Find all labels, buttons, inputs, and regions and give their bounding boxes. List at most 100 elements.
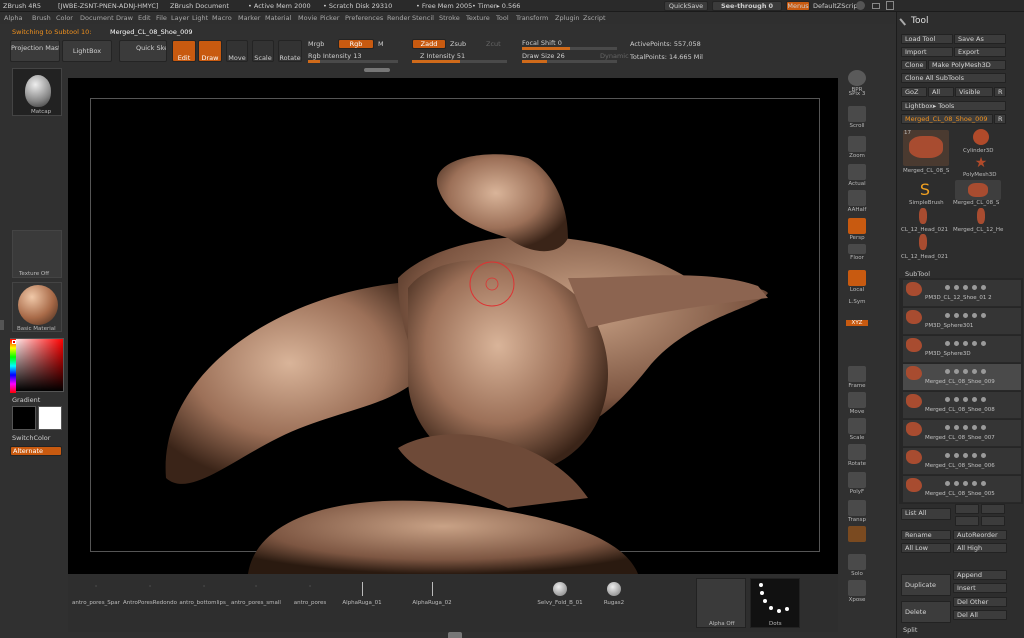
aahalf-button[interactable]: AAHalf	[842, 188, 872, 216]
rgb-button[interactable]: Rgb	[338, 39, 374, 49]
alpha-item[interactable]: AlphaRuga_02	[402, 578, 462, 626]
del-other-button[interactable]: Del Other	[953, 597, 1007, 607]
scale-button[interactable]: Scale	[252, 40, 274, 62]
menu-preferences[interactable]: Preferences	[345, 14, 383, 22]
material-slot[interactable]: Basic Material	[12, 282, 62, 332]
current-tool-slider[interactable]: Merged_CL_08_Shoe_009	[901, 114, 993, 124]
switch-color-button[interactable]: SwitchColor	[12, 434, 50, 442]
lightbox-tools-button[interactable]: Lightbox▸ Tools	[901, 101, 1006, 111]
alternate-button[interactable]: Alternate	[10, 446, 62, 456]
alpha-off-slot[interactable]: Alpha Off	[696, 578, 746, 628]
subtool-row[interactable]: PM3D_CL_12_Shoe_01 2	[903, 280, 1021, 307]
menu-tool[interactable]: Tool	[496, 14, 509, 22]
draw-button[interactable]: Draw	[198, 40, 222, 62]
texture-slot[interactable]: Texture Off	[12, 230, 62, 278]
menu-stencil[interactable]: Stencil	[412, 14, 434, 22]
rename-button[interactable]: Rename	[901, 530, 951, 540]
quicksave-button[interactable]: QuickSave	[664, 1, 708, 11]
canvas-scroll-handle[interactable]	[364, 68, 390, 72]
canvas-viewport[interactable]	[68, 68, 838, 574]
actual-button[interactable]: Actual	[842, 162, 872, 190]
xpose-button[interactable]: Xpose	[842, 578, 872, 606]
subtool-toggles[interactable]	[945, 368, 1015, 374]
zoom-button[interactable]: Zoom	[842, 134, 872, 162]
m-button[interactable]: M	[378, 40, 384, 48]
subtool-row[interactable]: PM3D_Sphere301	[903, 308, 1021, 335]
local-button[interactable]: Local	[842, 268, 872, 296]
alpha-item[interactable]: · antro_pores_Spar	[66, 578, 126, 626]
focal-shift-slider[interactable]	[522, 47, 617, 50]
current-tool-r-button[interactable]: R	[994, 114, 1006, 124]
left-tray-handle[interactable]	[0, 320, 4, 330]
spix-slider[interactable]: SPix 3	[842, 90, 872, 102]
make-polymesh-button[interactable]: Make PolyMesh3D	[928, 60, 1006, 70]
persp-button[interactable]: Persp	[842, 216, 872, 244]
delete-button[interactable]: Delete	[901, 601, 951, 623]
save-as-button[interactable]: Save As	[954, 34, 1006, 44]
draw-size-slider[interactable]	[522, 60, 617, 63]
menu-brush[interactable]: Brush	[32, 14, 51, 22]
z-intensity-slider[interactable]	[412, 60, 507, 63]
menu-material[interactable]: Material	[265, 14, 291, 22]
clone-all-subtools-button[interactable]: Clone All SubTools	[901, 73, 1006, 83]
menu-alpha[interactable]: Alpha	[4, 14, 22, 22]
polyf-button[interactable]: PolyF	[842, 470, 872, 498]
minimize-icon[interactable]	[872, 3, 880, 9]
lightbox-button[interactable]: LightBox	[62, 40, 112, 62]
menu-zplugin[interactable]: Zplugin	[555, 14, 580, 22]
menu-picker[interactable]: Picker	[320, 14, 339, 22]
transp-button[interactable]: Transp	[842, 498, 872, 526]
mrgb-button[interactable]: Mrgb	[308, 40, 324, 48]
subtool-header[interactable]: SubTool	[905, 270, 930, 278]
simplebrush-thumb[interactable]: S	[915, 180, 935, 200]
head021-thumb[interactable]	[915, 208, 931, 226]
subtool-row[interactable]: Merged_CL_08_Shoe_007	[903, 420, 1021, 447]
menu-texture[interactable]: Texture	[466, 14, 490, 22]
menu-marker[interactable]: Marker	[238, 14, 260, 22]
move-up-button[interactable]	[955, 516, 979, 526]
menus-button[interactable]: Menus	[786, 1, 810, 11]
menu-draw[interactable]: Draw	[116, 14, 133, 22]
floor-button[interactable]: Floor	[842, 242, 872, 270]
menu-stroke[interactable]: Stroke	[439, 14, 460, 22]
goz-r-button[interactable]: R	[994, 87, 1006, 97]
menu-render[interactable]: Render	[387, 14, 410, 22]
see-through-slider[interactable]: See-through 0	[712, 1, 782, 11]
split-section[interactable]: Split	[903, 626, 917, 634]
move-down-arrow-icon[interactable]	[981, 504, 1005, 514]
lsym-button[interactable]: L.Sym	[842, 298, 872, 314]
quick-sketch-button[interactable]: Quick Sketch	[119, 40, 167, 62]
maximize-icon[interactable]	[886, 1, 894, 10]
subtool-toggles[interactable]	[945, 480, 1015, 486]
alpha-item[interactable]: · antro_pores_small	[226, 578, 286, 626]
menu-color[interactable]: Color	[56, 14, 73, 22]
dynamic-button[interactable]: Dynamic	[600, 52, 629, 60]
subtool-toggles[interactable]	[945, 452, 1015, 458]
clone-button[interactable]: Clone	[901, 60, 927, 70]
rgb-intensity-slider[interactable]	[308, 60, 398, 63]
secondary-color-swatch[interactable]	[38, 406, 62, 430]
default-zscript[interactable]: DefaultZScript	[813, 2, 860, 10]
move-down-button[interactable]	[981, 516, 1005, 526]
insert-button[interactable]: Insert	[953, 583, 1007, 593]
goz-all-button[interactable]: All	[928, 87, 954, 97]
menu-movie[interactable]: Movie	[298, 14, 317, 22]
scroll-button[interactable]: Scroll	[842, 104, 872, 132]
alpha-item[interactable]: AlphaRuga_01	[332, 578, 392, 626]
append-button[interactable]: Append	[953, 570, 1007, 580]
edit-button[interactable]: Edit	[172, 40, 196, 62]
import-button[interactable]: Import	[901, 47, 953, 57]
solo-button[interactable]: Solo	[842, 552, 872, 580]
subtool-toggles[interactable]	[945, 284, 1015, 290]
help-icon[interactable]	[856, 1, 865, 10]
menu-file[interactable]: File	[156, 14, 167, 22]
subtool-row[interactable]: Merged_CL_08_Shoe_005	[903, 476, 1021, 503]
subtool-toggles[interactable]	[945, 424, 1015, 430]
duplicate-button[interactable]: Duplicate	[901, 574, 951, 596]
alpha-item[interactable]: Selvy_Fold_B_01	[530, 578, 590, 626]
hue-strip[interactable]	[10, 339, 16, 393]
tool-panel-title[interactable]: Tool	[911, 16, 928, 26]
xyz-button[interactable]: XYZ	[842, 320, 872, 334]
zcut-button[interactable]: Zcut	[486, 40, 501, 48]
move-view-button[interactable]: Move	[842, 390, 872, 418]
